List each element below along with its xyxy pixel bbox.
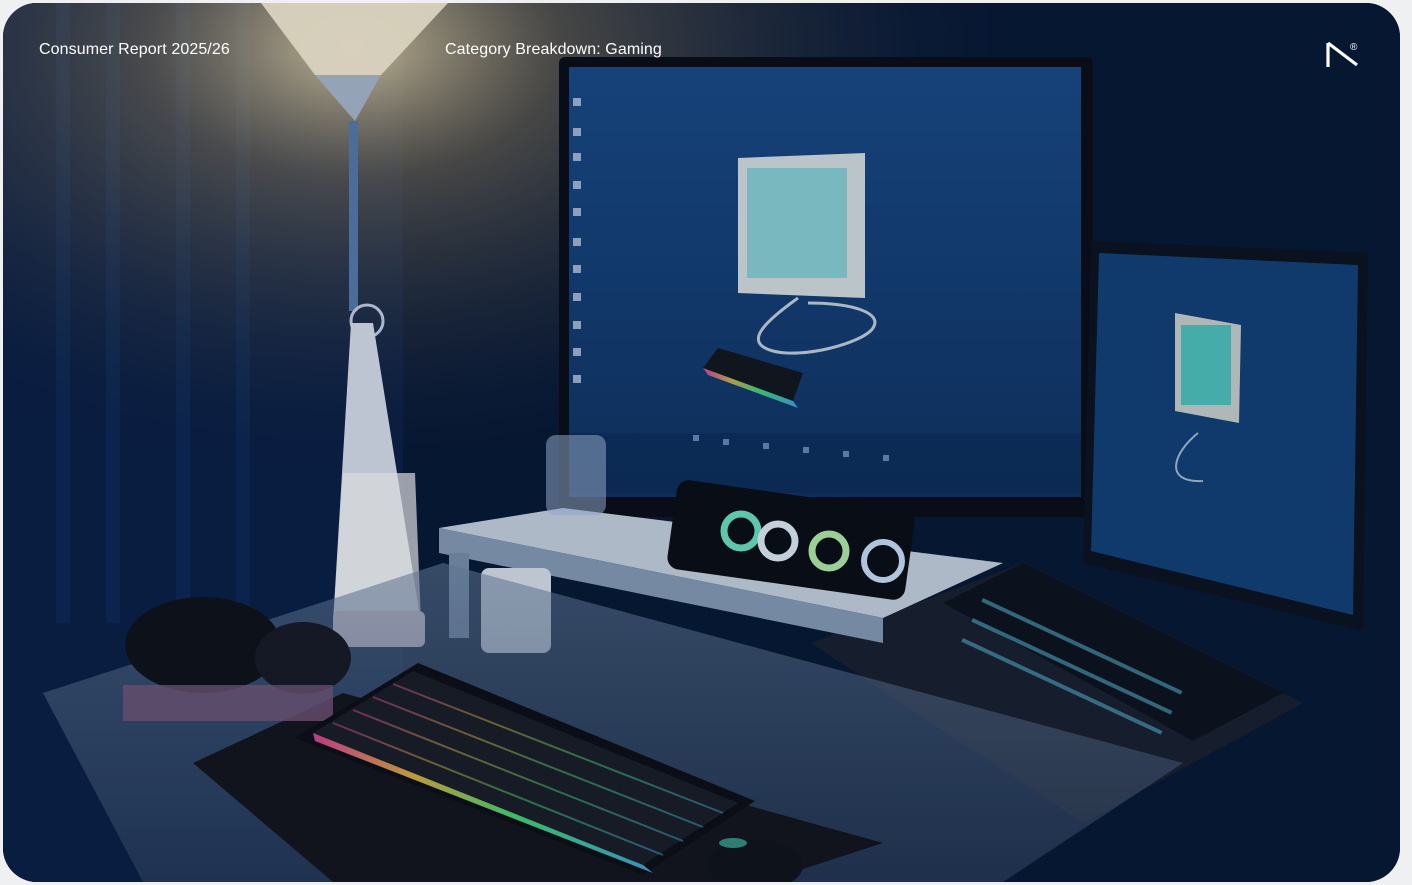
category-label: Category Breakdown: Gaming — [445, 41, 662, 58]
report-title: Consumer Report 2025/26 — [39, 41, 230, 58]
registered-mark: ® — [1350, 42, 1358, 53]
hero-card: Consumer Report 2025/26 Category Breakdo… — [3, 3, 1400, 882]
brand-logo-icon[interactable]: ® — [1323, 39, 1363, 73]
gaming-setup-photo — [3, 3, 1400, 882]
